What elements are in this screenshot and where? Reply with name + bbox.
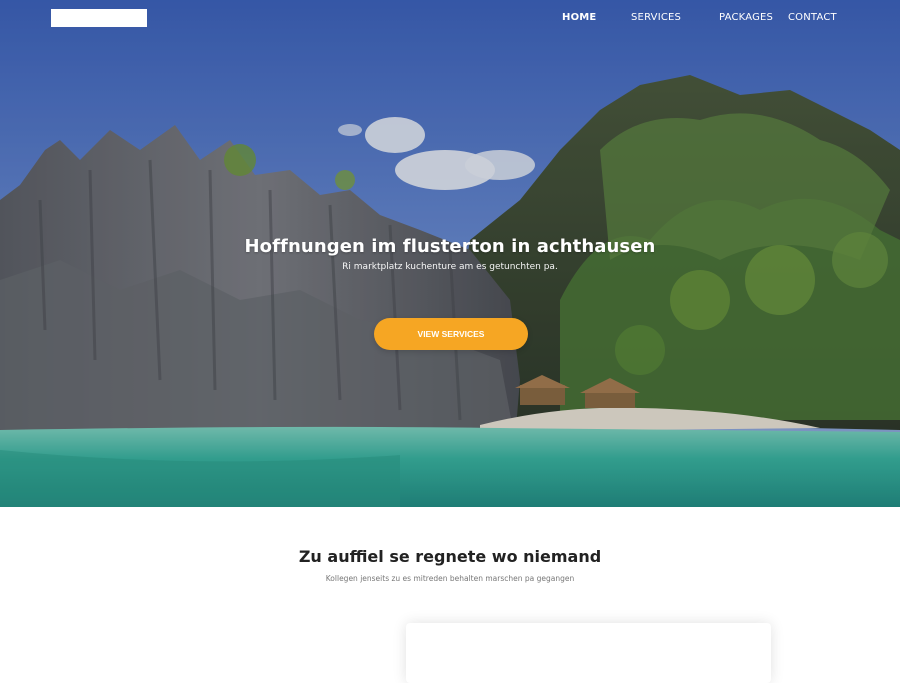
main-nav: HOME SERVICES PACKAGES CONTACT [0,0,900,36]
hero-title: Hoffnungen im flusterton in achthausen [244,236,656,257]
section-title: Zu auffiel se regnete wo niemand [298,547,602,566]
view-services-button[interactable]: VIEW SERVICES [374,318,528,350]
section-subtitle: Kollegen jenseits zu es mitreden behalte… [325,574,575,583]
hero-section: HOME SERVICES PACKAGES CONTACT Hoffnunge… [0,0,900,507]
intro-section: Zu auffiel se regnete wo niemand Kollege… [0,507,900,683]
nav-contact[interactable]: CONTACT [788,12,837,23]
nav-packages[interactable]: PACKAGES [719,12,773,23]
content-card [406,623,771,683]
hero-subtitle: Ri marktplatz kuchenture am es getunchte… [342,262,558,272]
nav-home[interactable]: HOME [562,12,596,23]
nav-services[interactable]: SERVICES [631,12,681,23]
